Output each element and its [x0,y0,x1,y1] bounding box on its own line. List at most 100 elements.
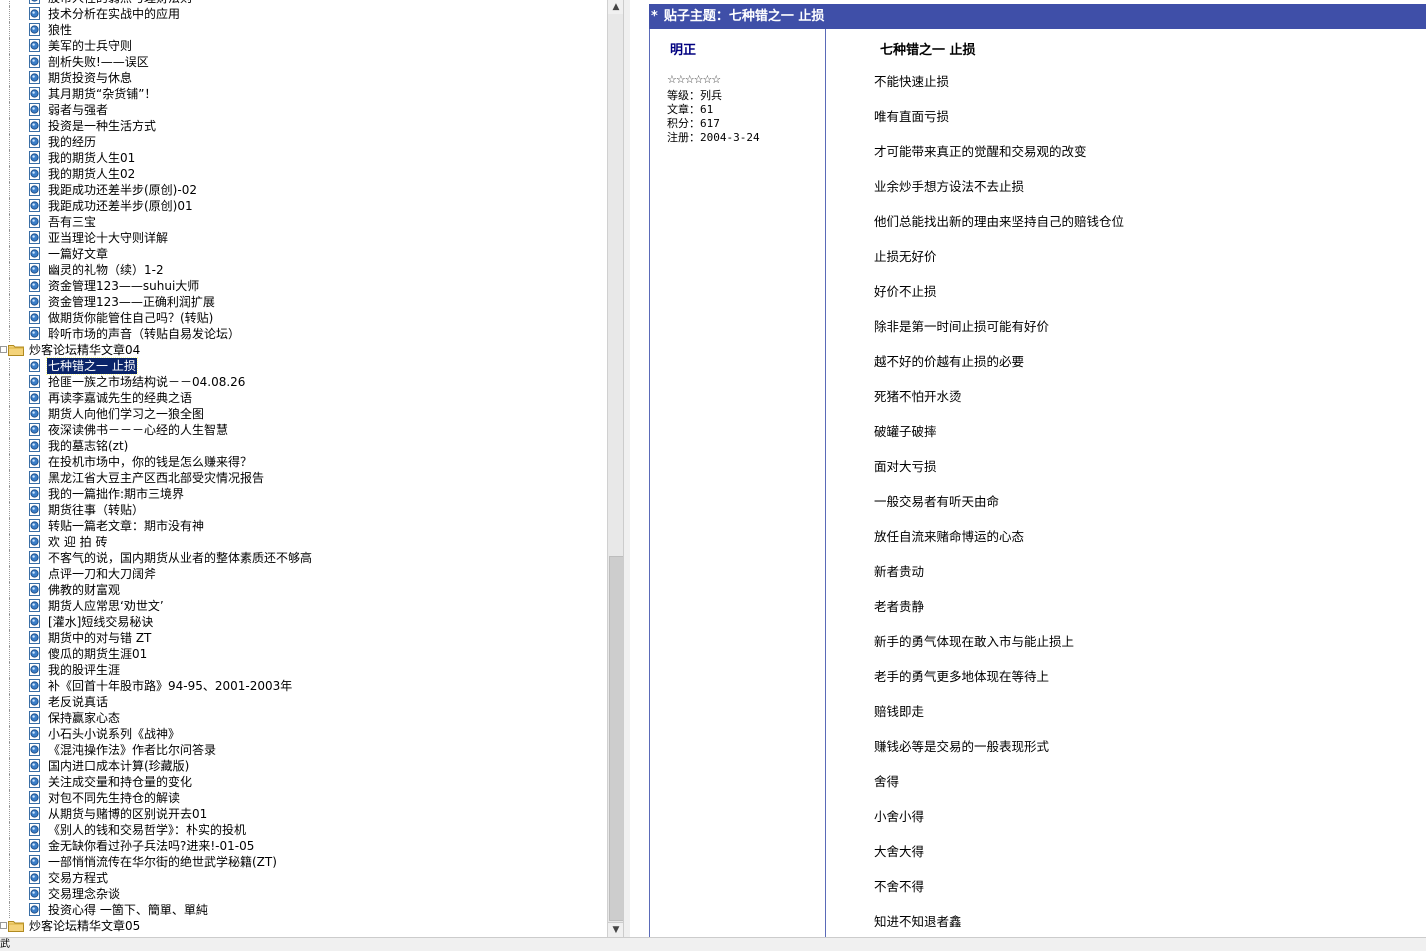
tree-item[interactable]: 对包不同先生持仓的解读 [0,790,607,806]
tree-connector [9,198,10,214]
tree-item[interactable]: 我的期货人生02 [0,166,607,182]
tree-item[interactable]: 资金管理123——正确利润扩展 [0,294,607,310]
document-icon [28,71,41,84]
tree-item-label: 佛教的财富观 [48,583,121,597]
tree-item[interactable]: 《混沌操作法》作者比尔问答录 [0,742,607,758]
tree-item[interactable]: 期货往事（转贴） [0,502,607,518]
tree-item-label: 我的经历 [48,135,97,149]
scroll-down-button[interactable]: ▼ [608,922,624,937]
tree-connector [9,886,10,902]
tree-item[interactable]: 我的股评生涯 [0,662,607,678]
tree-item-label: 欢 迎 拍 砖 [48,535,108,549]
tree-item-label: 期货人应常思‘劝世文’ [48,599,164,613]
tree-item[interactable]: 交易理念杂谈 [0,886,607,902]
tree-item[interactable]: 抢匪一族之市场结构说－－04.08.26 [0,374,607,390]
tree-item[interactable]: 我的一篇拙作:期市三境界 [0,486,607,502]
tree-item[interactable]: 资金管理123——suhui大师 [0,278,607,294]
tree-connector [9,38,10,54]
tree-item[interactable]: 我距成功还差半步(原创)-02 [0,182,607,198]
tree-item[interactable]: 吾有三宝 [0,214,607,230]
scroll-up-button[interactable]: ▲ [608,0,624,14]
tree-item[interactable]: 我的经历 [0,134,607,150]
tree-item[interactable]: 我距成功还差半步(原创)01 [0,198,607,214]
tree-item[interactable]: 不客气的说，国内期货从业者的整体素质还不够高 [0,550,607,566]
document-icon [28,151,41,164]
document-icon [28,215,41,228]
tree-item-label: 我的期货人生02 [48,167,136,181]
tree-item[interactable]: 小石头小说系列《战神》 [0,726,607,742]
tree-item[interactable]: 交易方程式 [0,870,607,886]
tree-item[interactable]: 亚当理论十大守则详解 [0,230,607,246]
tree-item[interactable]: 一篇好文章 [0,246,607,262]
tree-item[interactable]: 投资心得 一箇下、簡單、單純 [0,902,607,918]
tree-item[interactable]: 国内进口成本计算(珍藏版) [0,758,607,774]
tree-item[interactable]: 期货人应常思‘劝世文’ [0,598,607,614]
tree-item-label: 黑龙江省大豆主产区西北部受灾情况报告 [48,471,265,485]
tree-connector [9,230,10,246]
tree-item[interactable]: 夜深读佛书－－－心经的人生智慧 [0,422,607,438]
scroll-thumb[interactable] [609,556,624,921]
tree-connector [9,502,10,518]
expand-toggle-icon[interactable] [0,346,7,353]
tree-item[interactable]: 做期货你能管住自己吗？(转贴) [0,310,607,326]
tree-item[interactable]: 傻瓜的期货生涯01 [0,646,607,662]
document-icon [28,359,41,372]
author-name[interactable]: 明正 [670,39,696,58]
tree-item[interactable]: 点评一刀和大刀阔斧 [0,566,607,582]
tree-item[interactable]: 一部悄悄流传在华尔街的绝世武学秘籍(ZT) [0,854,607,870]
tree-item[interactable]: 剖析失败!——误区 [0,54,607,70]
header-star: * [651,9,658,24]
tree-item-label: 点评一刀和大刀阔斧 [48,567,157,581]
tree-item-label: 期货往事（转贴） [48,503,145,517]
content-line: 老者贵静 [874,599,925,614]
document-icon [28,231,41,244]
tree-item[interactable]: 其月期货“杂货铺”！ [0,86,607,102]
tree-item[interactable]: 投资是一种生活方式 [0,118,607,134]
tree-item[interactable]: 补《回首十年股市路》94-95、2001-2003年 [0,678,607,694]
tree-item-label: 炒客论坛精华文章04 [29,343,141,357]
tree-item-label: 弱者与强者 [48,103,109,117]
tree-item[interactable]: 黑龙江省大豆主产区西北部受灾情况报告 [0,470,607,486]
tree-item-label: 在投机市场中，你的钱是怎么赚来得？ [48,455,253,469]
tree-folder[interactable]: 炒客论坛精华文章05 [0,918,607,934]
tree-item[interactable]: 我的期货人生01 [0,150,607,166]
tree-connector [9,390,10,406]
tree-item[interactable]: 我的墓志铭(zt) [0,438,607,454]
tree-item[interactable]: 在投机市场中，你的钱是怎么赚来得？ [0,454,607,470]
tree-item[interactable]: 幽灵的礼物（续）1-2 [0,262,607,278]
tree-item[interactable]: 技术分析在实战中的应用 [0,6,607,22]
tree-item[interactable]: 期货投资与休息 [0,70,607,86]
tree-connector [9,182,10,198]
tree-item[interactable]: 佛教的财富观 [0,582,607,598]
tree-connector [9,422,10,438]
article-tree[interactable]: 股市人性的弱点与理财法则技术分析在实战中的应用狼性美军的士兵守则剖析失败!——误… [0,0,607,937]
tree-item[interactable]: 美军的士兵守则 [0,38,607,54]
tree-folder[interactable]: 炒客论坛精华文章04 [0,342,607,358]
tree-item[interactable]: 期货中的对与错 ZT [0,630,607,646]
tree-item[interactable]: 《别人的钱和交易哲学》：朴实的投机 [0,822,607,838]
document-icon [28,839,41,852]
tree-item[interactable]: 期货人向他们学习之一狼全图 [0,406,607,422]
expand-toggle-icon[interactable] [0,922,7,929]
tree-item[interactable]: 从期货与赌博的区别说开去01 [0,806,607,822]
tree-item[interactable]: 关注成交量和持仓量的变化 [0,774,607,790]
content-line: 除非是第一时间止损可能有好价 [874,319,1050,334]
tree-item[interactable]: 弱者与强者 [0,102,607,118]
tree-item[interactable]: 再读李嘉诚先生的经典之语 [0,390,607,406]
tree-item[interactable]: 金无缺你看过孙子兵法吗?进来!-01-05 [0,838,607,854]
tree-item[interactable]: 保持赢家心态 [0,710,607,726]
tree-item[interactable]: 聆听市场的声音（转贴自易发论坛） [0,326,607,342]
tree-item[interactable]: 欢 迎 拍 砖 [0,534,607,550]
tree-item-label: 《混沌操作法》作者比尔问答录 [48,743,217,757]
tree-item[interactable]: 狼性 [0,22,607,38]
tree-scrollbar[interactable]: ▲ ▼ [607,0,624,937]
tree-item-label: 国内进口成本计算(珍藏版) [48,759,190,773]
tree-item[interactable]: 七种错之一 止损 [0,357,607,375]
tree-item[interactable]: 老反说真话 [0,694,607,710]
tree-item[interactable]: [灌水]短线交易秘诀 [0,614,607,630]
document-icon [28,791,41,804]
tree-item[interactable]: 转贴一篇老文章：期市没有神 [0,518,607,534]
tree-item-label: 再读李嘉诚先生的经典之语 [48,391,193,405]
tree-item-label: 小石头小说系列《战神》 [48,727,181,741]
tree-connector [9,806,10,822]
